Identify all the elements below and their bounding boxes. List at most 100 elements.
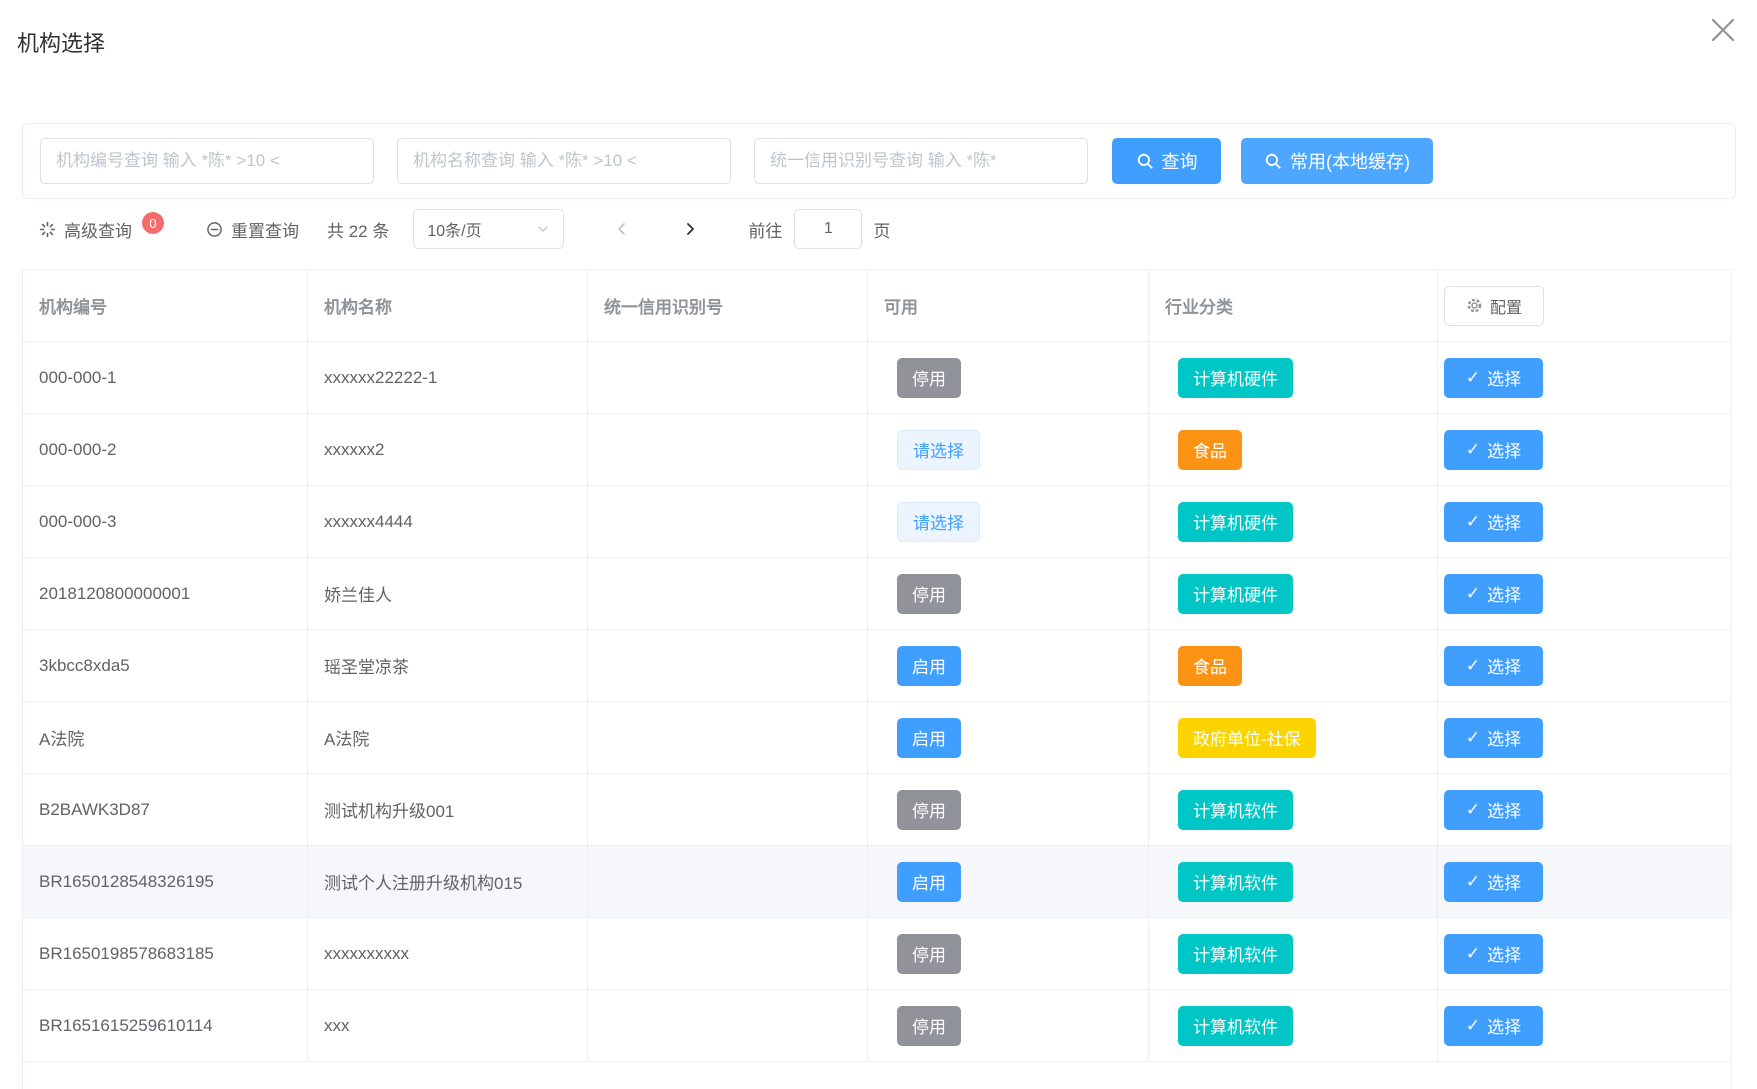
page-size-select[interactable]: 10条/页 bbox=[413, 209, 564, 249]
query-button[interactable]: 查询 bbox=[1112, 138, 1221, 184]
org-name-cell: 瑶圣堂凉茶 bbox=[324, 653, 409, 678]
cache-query-button-label: 常用(本地缓存) bbox=[1290, 148, 1410, 174]
header-org-name: 机构名称 bbox=[308, 270, 588, 341]
table-row: BR1650128548326195 测试个人注册升级机构015 启用 计算机软… bbox=[23, 846, 1731, 918]
spinner-icon bbox=[39, 221, 56, 238]
select-button[interactable]: ✓ 选择 bbox=[1444, 502, 1543, 542]
select-button-label: 选择 bbox=[1487, 869, 1521, 894]
select-button-label: 选择 bbox=[1487, 437, 1521, 462]
select-button[interactable]: ✓ 选择 bbox=[1444, 862, 1543, 902]
search-icon bbox=[1136, 152, 1154, 170]
industry-badge: 计算机硬件 bbox=[1178, 502, 1293, 542]
table-header-row: 机构编号 机构名称 统一信用识别号 可用 行业分类 配置 bbox=[23, 270, 1731, 342]
goto-label: 前往 bbox=[748, 217, 782, 242]
org-name-cell: xxxxxx2 bbox=[324, 440, 384, 460]
org-code-cell: BR1650198578683185 bbox=[39, 944, 214, 964]
header-action: 配置 bbox=[1438, 270, 1731, 341]
check-icon: ✓ bbox=[1466, 800, 1480, 820]
org-name-cell: xxx bbox=[324, 1016, 350, 1036]
org-code-cell: BR1651615259610114 bbox=[39, 1016, 213, 1036]
org-name-cell: 娇兰佳人 bbox=[324, 581, 392, 606]
select-button-label: 选择 bbox=[1487, 581, 1521, 606]
toolbar: 高级查询 0 重置查询 共 22 条 10条/页 前往 页 bbox=[22, 203, 1736, 255]
org-code-cell: 3kbcc8xda5 bbox=[39, 656, 130, 676]
industry-badge: 食品 bbox=[1178, 430, 1242, 470]
cache-query-button[interactable]: 常用(本地缓存) bbox=[1241, 138, 1433, 184]
status-badge[interactable]: 停用 bbox=[897, 574, 961, 614]
industry-badge: 政府单位-社保 bbox=[1178, 718, 1316, 758]
page-title: 机构选择 bbox=[17, 26, 105, 58]
status-badge[interactable]: 停用 bbox=[897, 1006, 961, 1046]
industry-badge: 计算机硬件 bbox=[1178, 574, 1293, 614]
config-button[interactable]: 配置 bbox=[1444, 286, 1544, 326]
org-code-cell: A法院 bbox=[39, 725, 84, 750]
select-button[interactable]: ✓ 选择 bbox=[1444, 718, 1543, 758]
select-button[interactable]: ✓ 选择 bbox=[1444, 574, 1543, 614]
status-badge[interactable]: 停用 bbox=[897, 358, 961, 398]
prev-page-button[interactable] bbox=[610, 217, 634, 241]
select-button-label: 选择 bbox=[1487, 653, 1521, 678]
industry-badge: 计算机软件 bbox=[1178, 862, 1293, 902]
org-select-modal: 机构选择 查询 常用(本地缓存) 高级查询 0 bbox=[0, 0, 1757, 1089]
goto-page-input[interactable] bbox=[794, 209, 862, 249]
industry-badge: 计算机软件 bbox=[1178, 934, 1293, 974]
partial-row bbox=[23, 1062, 1731, 1089]
org-name-cell: 测试个人注册升级机构015 bbox=[324, 869, 522, 894]
select-button-label: 选择 bbox=[1487, 365, 1521, 390]
table-row: 2018120800000001 娇兰佳人 停用 计算机硬件 ✓ 选择 bbox=[23, 558, 1731, 630]
select-button[interactable]: ✓ 选择 bbox=[1444, 1006, 1543, 1046]
table-body: 000-000-1 xxxxxx22222-1 停用 计算机硬件 ✓ 选择 00… bbox=[23, 342, 1731, 1062]
table-row: BR1651615259610114 xxx 停用 计算机软件 ✓ 选择 bbox=[23, 990, 1731, 1062]
advanced-query-badge: 0 bbox=[142, 212, 164, 234]
status-badge[interactable]: 停用 bbox=[897, 934, 961, 974]
check-icon: ✓ bbox=[1466, 584, 1480, 604]
header-available: 可用 bbox=[868, 270, 1149, 341]
status-badge[interactable]: 请选择 bbox=[897, 502, 980, 542]
select-button-label: 选择 bbox=[1487, 725, 1521, 750]
status-badge[interactable]: 请选择 bbox=[897, 430, 980, 470]
table-row: A法院 A法院 启用 政府单位-社保 ✓ 选择 bbox=[23, 702, 1731, 774]
select-button[interactable]: ✓ 选择 bbox=[1444, 358, 1543, 398]
check-icon: ✓ bbox=[1466, 440, 1480, 460]
advanced-query-button[interactable]: 高级查询 0 bbox=[39, 217, 164, 242]
next-page-button[interactable] bbox=[678, 217, 702, 241]
check-icon: ✓ bbox=[1466, 872, 1480, 892]
industry-badge: 计算机软件 bbox=[1178, 1006, 1293, 1046]
table-row: 3kbcc8xda5 瑶圣堂凉茶 启用 食品 ✓ 选择 bbox=[23, 630, 1731, 702]
org-name-search-input[interactable] bbox=[397, 138, 731, 184]
select-button[interactable]: ✓ 选择 bbox=[1444, 430, 1543, 470]
table-row: 000-000-2 xxxxxx2 请选择 食品 ✓ 选择 bbox=[23, 414, 1731, 486]
select-button[interactable]: ✓ 选择 bbox=[1444, 934, 1543, 974]
status-badge[interactable]: 启用 bbox=[897, 862, 961, 902]
select-button[interactable]: ✓ 选择 bbox=[1444, 646, 1543, 686]
check-icon: ✓ bbox=[1466, 1016, 1480, 1036]
select-button[interactable]: ✓ 选择 bbox=[1444, 790, 1543, 830]
check-icon: ✓ bbox=[1466, 944, 1480, 964]
check-icon: ✓ bbox=[1466, 368, 1480, 388]
reset-query-button[interactable]: 重置查询 bbox=[206, 217, 299, 242]
chevron-down-icon bbox=[536, 222, 550, 236]
org-code-cell: B2BAWK3D87 bbox=[39, 800, 150, 820]
close-icon[interactable] bbox=[1705, 12, 1741, 48]
industry-badge: 计算机软件 bbox=[1178, 790, 1293, 830]
status-badge[interactable]: 启用 bbox=[897, 718, 961, 758]
org-name-cell: 测试机构升级001 bbox=[324, 797, 454, 822]
header-org-code: 机构编号 bbox=[23, 270, 308, 341]
status-badge[interactable]: 启用 bbox=[897, 646, 961, 686]
industry-badge: 食品 bbox=[1178, 646, 1242, 686]
org-code-search-input[interactable] bbox=[40, 138, 374, 184]
org-name-cell: xxxxxx4444 bbox=[324, 512, 413, 532]
select-button-label: 选择 bbox=[1487, 1013, 1521, 1038]
table-row: 000-000-3 xxxxxx4444 请选择 计算机硬件 ✓ 选择 bbox=[23, 486, 1731, 558]
select-button-label: 选择 bbox=[1487, 509, 1521, 534]
total-count: 共 22 条 bbox=[327, 217, 389, 242]
minus-circle-icon bbox=[206, 221, 223, 238]
credit-id-search-input[interactable] bbox=[754, 138, 1088, 184]
table-row: BR1650198578683185 xxxxxxxxxx 停用 计算机软件 ✓… bbox=[23, 918, 1731, 990]
org-name-cell: A法院 bbox=[324, 725, 369, 750]
check-icon: ✓ bbox=[1466, 512, 1480, 532]
status-badge[interactable]: 停用 bbox=[897, 790, 961, 830]
chevron-left-icon bbox=[614, 221, 630, 237]
check-icon: ✓ bbox=[1466, 728, 1480, 748]
check-icon: ✓ bbox=[1466, 656, 1480, 676]
